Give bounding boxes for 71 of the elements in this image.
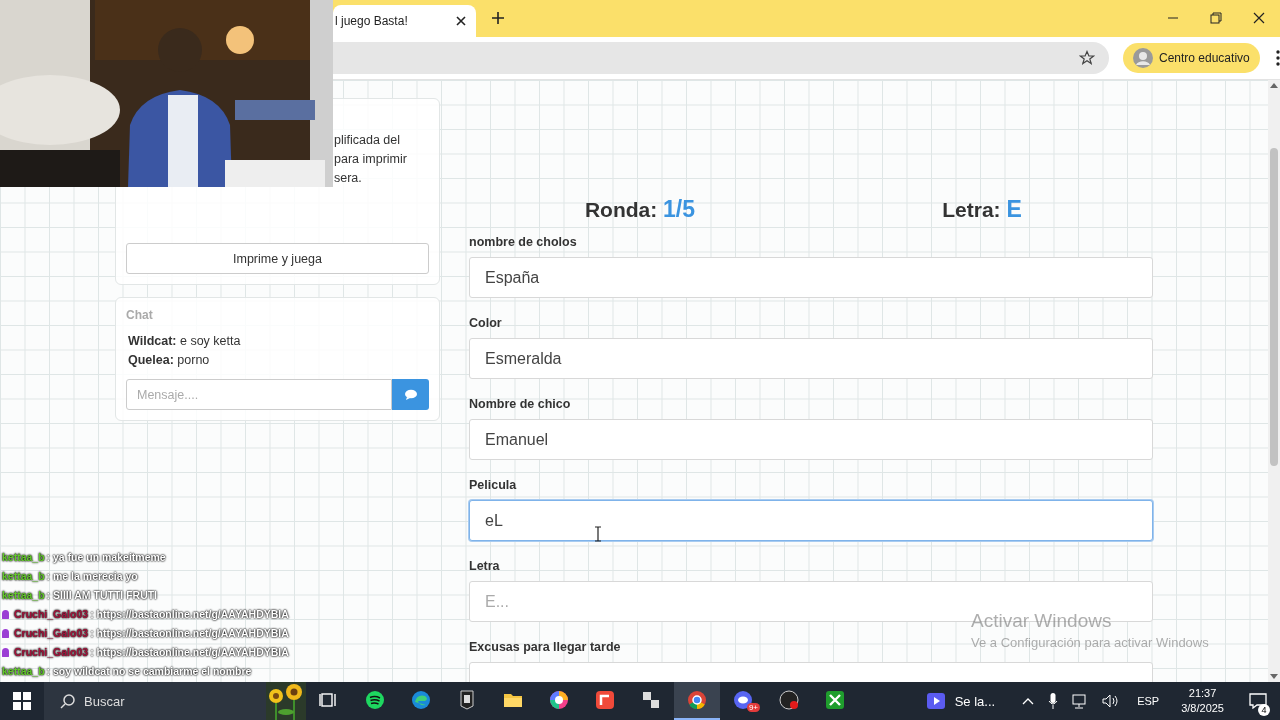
profile-button[interactable]: Centro educativo (1123, 43, 1260, 73)
browser-tab[interactable]: l juego Basta! (333, 5, 476, 37)
new-tab-icon[interactable] (492, 12, 504, 24)
stream-chat-message: kettaa_b : SIIII AM TUTTI FRUTI (2, 588, 158, 603)
stream-chat-message: kettaa_b : ya fue un makeitmeme (2, 550, 166, 566)
stream-chat-message: Cruchi_Galo03 : https://bastaonline.net/g/AAYAHDYBIA (2, 605, 289, 624)
notification-button[interactable]: 4 (1236, 682, 1280, 720)
field-label: nombre de cholos (469, 235, 577, 251)
close-icon[interactable] (1252, 12, 1265, 24)
language-indicator[interactable]: ESP (1137, 695, 1160, 707)
volume-icon[interactable] (1102, 693, 1121, 709)
media-widget[interactable]: Se la... (926, 693, 996, 709)
network-icon[interactable] (1072, 693, 1089, 709)
chat-title: Chat (126, 308, 154, 322)
tab-title: l juego Basta! (335, 14, 408, 28)
scrollbar[interactable] (1268, 80, 1280, 682)
count-badge: 9+ (746, 703, 760, 712)
search-icon (60, 693, 76, 709)
task-view-icon (319, 690, 339, 710)
watermark-text: Ve a Configuración para activar Windows (971, 635, 1209, 650)
field-label: Nombre de chico (469, 397, 571, 413)
edge-browser-icon (411, 690, 431, 710)
stream-chat-message: kettaa_b : me la merecia yo (2, 569, 138, 585)
input-field[interactable]: Emanuel (469, 419, 1153, 460)
close-icon[interactable] (456, 16, 466, 26)
windows-start-icon[interactable] (13, 692, 31, 710)
taskbar-app[interactable]: 9+ (720, 682, 766, 720)
clock[interactable]: 21:37 3/8/2025 (1181, 686, 1224, 716)
text-cursor-icon (594, 526, 602, 542)
speech-bubble-icon (403, 388, 418, 401)
input-field[interactable]: eL (469, 500, 1153, 541)
scroll-up-icon (1270, 83, 1278, 88)
chevron-up-icon[interactable] (1022, 697, 1035, 705)
app-icon (595, 690, 615, 710)
field-label: Excusas para llegar tarde (469, 640, 621, 656)
info-text: plificada del (334, 132, 401, 149)
stream-chat-message: kettaa_b : soy wildcat no se cambiarme el nombre (2, 664, 252, 680)
taskbar-search[interactable]: Buscar (44, 682, 266, 720)
info-text: sera. (334, 170, 363, 187)
record-icon (779, 690, 799, 710)
stream-chat-message: Cruchi_Galo03 : https://bastaonline.net/g/AAYAHDYBIA (2, 643, 289, 662)
star-icon[interactable] (1079, 50, 1095, 66)
chat-message: Quelea: porno (127, 352, 211, 369)
color-wheel-icon (549, 690, 569, 710)
field-label: Letra (469, 559, 500, 575)
input-field[interactable]: España (469, 257, 1153, 298)
squares-icon (641, 690, 661, 710)
scrollbar-thumb[interactable] (1270, 148, 1278, 466)
print-button[interactable]: Imprime y juega (126, 243, 429, 274)
field-label: Pelicula (469, 478, 517, 494)
microphone-icon[interactable] (1048, 693, 1059, 709)
send-button[interactable] (392, 379, 429, 410)
field-label: Color (469, 316, 502, 332)
chat-message: Wildcat: e soy ketta (127, 333, 242, 350)
shield-icon (457, 690, 477, 710)
xbox-icon (825, 690, 845, 710)
video-icon (926, 693, 945, 709)
spotify-icon (365, 690, 385, 710)
taskbar-app[interactable] (674, 682, 720, 720)
notification-icon (1249, 693, 1267, 709)
info-text: para imprimir (334, 151, 408, 168)
scroll-down-icon (1270, 674, 1278, 679)
chrome-icon (687, 690, 707, 710)
round-indicator: Ronda: 1/5 (584, 196, 696, 223)
restore-icon[interactable] (1209, 12, 1222, 24)
letter-indicator: Letra: E (942, 196, 1022, 223)
input-field[interactable]: Esmeralda (469, 338, 1153, 379)
avatar-icon (1133, 48, 1153, 68)
message-field[interactable]: Mensaje.... (126, 379, 392, 410)
more-menu-icon[interactable] (1275, 50, 1280, 66)
stream-chat-message: Cruchi_Galo03 : https://bastaonline.net/g/AAYAHDYBIA (2, 624, 289, 643)
